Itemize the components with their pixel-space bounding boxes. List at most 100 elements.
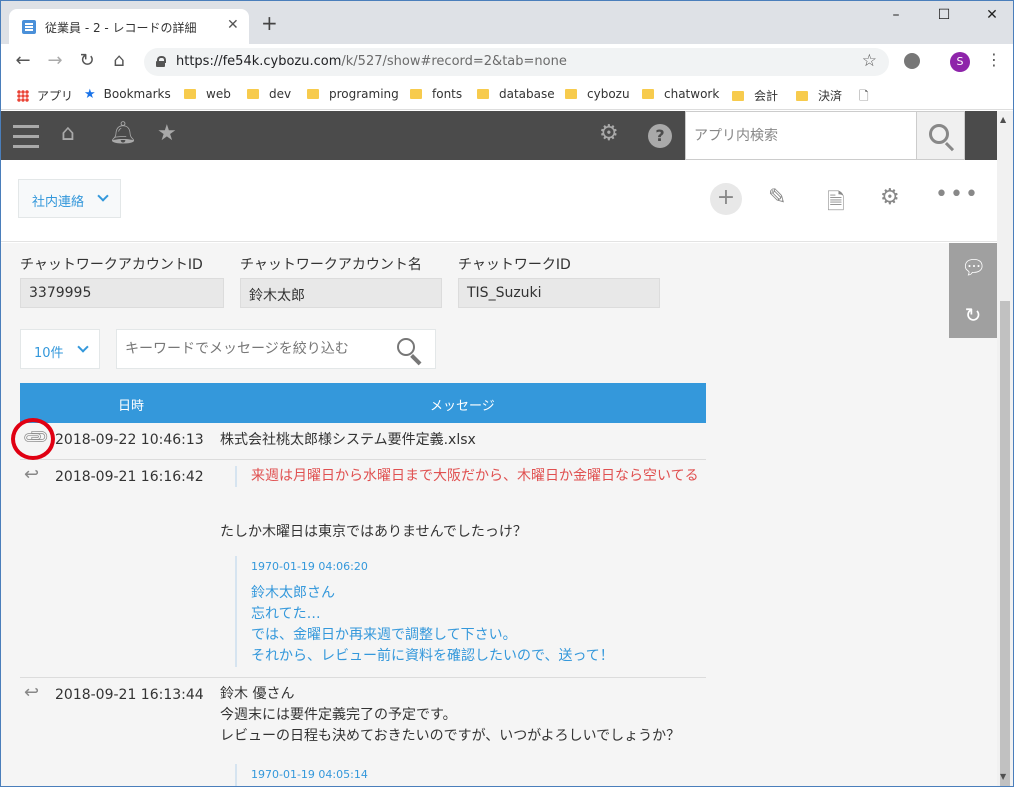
url-text: https://fe54k.cybozu.com/k/527/show#reco…: [176, 54, 567, 69]
duplicate-record-icon[interactable]: 🗎: [827, 185, 845, 223]
column-header-message: メッセージ: [430, 399, 495, 414]
bookmark-item[interactable]: dev: [247, 87, 291, 101]
gear-icon[interactable]: ⚙: [880, 185, 900, 210]
folder-icon: [184, 89, 196, 99]
page-icon[interactable]: 🗋: [859, 87, 869, 108]
browser-menu-icon[interactable]: ⋮: [986, 50, 1002, 69]
folder-icon: [410, 89, 422, 99]
record-content: チャットワークアカウントID 3379995 チャットワークアカウント名 鈴木太…: [1, 243, 997, 786]
home-icon[interactable]: ⌂: [107, 50, 131, 71]
kintone-app-icon: [22, 20, 36, 34]
folder-icon: [796, 91, 808, 101]
star-icon[interactable]: ★: [157, 121, 177, 146]
folder-icon: [732, 91, 744, 101]
field-label: チャットワークアカウントID: [20, 257, 203, 273]
reload-icon[interactable]: ↻: [75, 50, 99, 71]
help-icon[interactable]: ?: [648, 124, 672, 148]
bookmark-item[interactable]: 会計: [732, 87, 778, 104]
browser-tab[interactable]: 従業員 - 2 - レコードの詳細 ✕: [9, 9, 249, 44]
star-icon: ★: [84, 87, 96, 102]
view-selector[interactable]: 社内連絡: [18, 179, 121, 218]
minimize-button[interactable]: –: [881, 7, 911, 23]
chevron-down-icon: [77, 341, 89, 353]
close-tab-icon[interactable]: ✕: [227, 17, 239, 33]
comment-icon[interactable]: 💬︎: [961, 255, 986, 279]
address-bar[interactable]: https://fe54k.cybozu.com/k/527/show#reco…: [144, 48, 889, 76]
new-tab-button[interactable]: +: [261, 13, 278, 33]
app-search-input[interactable]: [686, 112, 916, 159]
apps-grid-icon: [17, 90, 29, 102]
scroll-down-icon[interactable]: ▼: [1000, 772, 1006, 781]
bookmark-item[interactable]: programing: [307, 87, 399, 101]
extension-icon[interactable]: [904, 53, 920, 69]
scrollbar-thumb[interactable]: [1000, 301, 1010, 786]
reply-icon[interactable]: ↩: [24, 464, 39, 485]
reply-icon[interactable]: ↩: [24, 682, 39, 703]
side-panel: 💬︎ ↻: [949, 243, 997, 338]
browser-toolbar: ← → ↻ ⌂ https://fe54k.cybozu.com/k/527/s…: [1, 44, 1013, 80]
message-line: レビューの日程も決めておきたいのですが、いつがよろしいでしょうか？: [220, 728, 681, 744]
tab-bar: 従業員 - 2 - レコードの詳細 ✕ + – ☐ ✕: [1, 1, 1013, 44]
count-selector[interactable]: 10件: [20, 329, 100, 369]
keyword-filter: [116, 329, 436, 369]
field-label: チャットワークID: [458, 257, 571, 273]
message-text: たしか木曜日は東京ではありませんでしたっけ？: [220, 524, 527, 540]
edit-icon[interactable]: ✎: [768, 185, 786, 210]
scroll-up-icon[interactable]: ▲: [1000, 115, 1006, 124]
bookmark-item[interactable]: chatwork: [642, 87, 719, 101]
tab-title: 従業員 - 2 - レコードの詳細: [45, 21, 197, 35]
lock-icon: [156, 56, 166, 67]
attachment-link[interactable]: 株式会社桃太郎様システム要件定義.xlsx: [220, 430, 476, 451]
browser-window: 従業員 - 2 - レコードの詳細 ✕ + – ☐ ✕ ← → ↻ ⌂ http…: [0, 0, 1014, 787]
close-window-button[interactable]: ✕: [977, 7, 1007, 23]
bell-icon[interactable]: 🔔︎: [109, 121, 137, 146]
view-selector-label: 社内連絡: [32, 195, 85, 210]
app-search-box: [685, 111, 917, 160]
chevron-down-icon: [97, 190, 109, 202]
bookmark-item[interactable]: cybozu: [565, 87, 630, 101]
table-row: ↩ 2018-09-21 16:16:42 来週は月曜日から水曜日まで大阪だから…: [20, 460, 706, 678]
bookmark-item[interactable]: 決済: [796, 87, 842, 104]
message-text: 鈴木 優さん 今週末には要件定義完了の予定です。 レビューの日程も決めておきたい…: [220, 684, 680, 747]
search-icon: [929, 124, 949, 144]
home-icon[interactable]: ⌂: [61, 121, 75, 146]
forward-arrow-icon[interactable]: →: [43, 50, 67, 71]
add-record-button[interactable]: +: [710, 183, 742, 215]
more-options-icon[interactable]: •••: [935, 182, 980, 207]
maximize-button[interactable]: ☐: [929, 7, 959, 23]
folder-icon: [477, 89, 489, 99]
app-search-button[interactable]: [917, 111, 965, 160]
quoted-message: 1970-01-19 04:05:14: [235, 764, 368, 786]
bookmark-item[interactable]: database: [477, 87, 555, 101]
folder-icon: [247, 89, 259, 99]
message-line: 鈴木 優さん: [220, 686, 295, 702]
bookmark-item[interactable]: ★ Bookmarks: [84, 87, 171, 102]
quoted-message: 1970-01-19 04:06:20 鈴木太郎さん 忘れてた… では、金曜日か…: [235, 556, 614, 667]
app-header: ⌂ 🔔︎ ★ ⚙ ?: [1, 111, 997, 160]
quote-timestamp: 1970-01-19 04:06:20: [251, 560, 368, 573]
quote-timestamp: 1970-01-19 04:05:14: [251, 768, 368, 781]
keyword-filter-input[interactable]: [117, 330, 387, 368]
quote-line: 鈴木太郎さん: [251, 585, 335, 601]
count-selector-label: 10件: [34, 346, 64, 361]
bookmark-apps[interactable]: アプリ: [17, 87, 73, 104]
hamburger-menu-icon[interactable]: [13, 125, 39, 148]
record-toolbar: 社内連絡 + ✎ 🗎 ⚙ •••: [1, 160, 997, 242]
field-value: 鈴木太郎: [240, 278, 442, 308]
folder-icon: [307, 89, 319, 99]
bookmark-item[interactable]: fonts: [410, 87, 462, 101]
history-icon[interactable]: ↻: [961, 303, 985, 327]
gear-icon[interactable]: ⚙: [599, 121, 619, 146]
table-row: 📎︎ 2018-09-22 10:46:13 株式会社桃太郎様システム要件定義.…: [20, 422, 706, 460]
bookmark-star-icon[interactable]: ☆: [862, 51, 877, 71]
field-value: 3379995: [20, 278, 224, 308]
quote-line: それから、レビュー前に資料を確認したいので、送って！: [251, 648, 614, 664]
page-scrollbar[interactable]: ▲ ▼: [997, 111, 1013, 786]
back-arrow-icon[interactable]: ←: [11, 50, 35, 71]
bookmark-item[interactable]: web: [184, 87, 231, 101]
search-icon[interactable]: [397, 338, 415, 356]
folder-icon: [565, 89, 577, 99]
table-row: ↩ 2018-09-21 16:13:44 鈴木 優さん 今週末には要件定義完了…: [20, 678, 706, 786]
field-value: TIS_Suzuki: [458, 278, 660, 308]
profile-avatar[interactable]: S: [950, 52, 970, 72]
